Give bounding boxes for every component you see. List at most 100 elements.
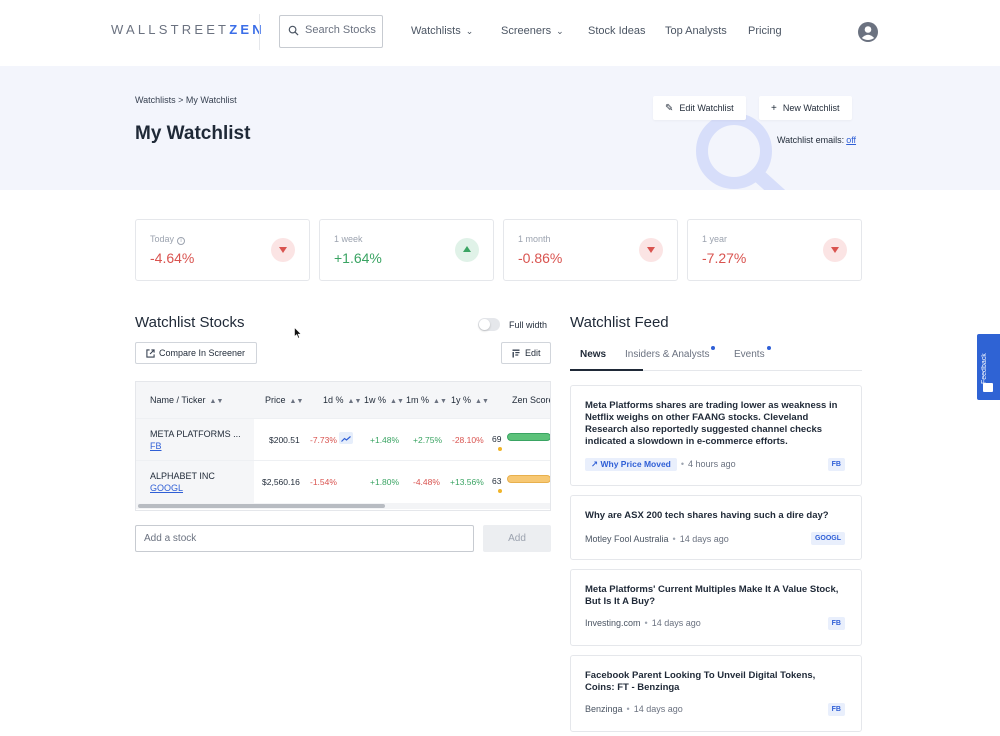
table-row[interactable]: ALPHABET INC GOOGL $2,560.16 -1.54% +1.8…: [136, 460, 550, 503]
feedback-button[interactable]: Feedback: [977, 334, 1000, 400]
stock-name: ALPHABET INC: [150, 471, 215, 481]
tab-events[interactable]: Events: [734, 346, 771, 360]
nav-watchlists[interactable]: Watchlists ⌄: [411, 25, 473, 37]
price-chart-icon[interactable]: [339, 432, 353, 444]
table-row[interactable]: META PLATFORMS ... FB $200.51 -7.73% +1.…: [136, 418, 550, 461]
tab-news[interactable]: News: [580, 349, 606, 360]
search-input[interactable]: [305, 24, 381, 36]
info-icon[interactable]: i: [177, 237, 186, 245]
nav-pricing[interactable]: Pricing: [748, 25, 782, 37]
feed-headline[interactable]: Meta Platforms shares are trading lower …: [585, 400, 847, 448]
sort-icon: ▲▼: [433, 398, 447, 405]
stat-label: Today i: [150, 234, 186, 245]
nav-top-analysts[interactable]: Top Analysts: [665, 25, 727, 37]
ticker-badge[interactable]: FB: [827, 617, 845, 630]
sort-icon: ▲▼: [289, 398, 304, 405]
watchlist-emails-toggle-link[interactable]: off: [846, 135, 856, 145]
full-width-label: Full width: [509, 320, 548, 330]
trend-icon: ↗: [591, 459, 599, 469]
1m-cell: -4.48%: [413, 477, 440, 487]
1d-cell: -1.54%: [310, 477, 337, 487]
external-link-icon: [146, 349, 155, 358]
zen-score-dot: [498, 489, 502, 493]
stat-value: -4.64%: [150, 250, 195, 266]
arrow-down-icon: [271, 238, 295, 262]
full-width-toggle[interactable]: [478, 318, 500, 331]
col-1m[interactable]: 1m % ▲▼: [406, 395, 447, 405]
stock-name: META PLATFORMS ...: [150, 429, 241, 439]
add-stock-input[interactable]: [135, 525, 474, 552]
ticker-badge[interactable]: FB: [827, 458, 845, 471]
arrow-up-icon: [455, 238, 479, 262]
name-cell: META PLATFORMS ... FB: [136, 419, 254, 461]
ticker-badge[interactable]: FB: [827, 703, 845, 716]
col-1d[interactable]: 1d % ▲▼: [323, 395, 361, 405]
watchlist-header: Watchlists > My Watchlist My Watchlist ✎…: [0, 66, 1000, 190]
why-price-moved-tag[interactable]: ↗ Why Price Moved: [585, 458, 677, 471]
price-cell: $2,560.16: [262, 477, 300, 487]
stock-ticker-link[interactable]: GOOGL: [150, 483, 183, 493]
add-stock-button[interactable]: Add: [483, 525, 551, 552]
stat-label: 1 week: [334, 234, 363, 244]
compare-in-screener-button[interactable]: Compare In Screener: [135, 342, 257, 364]
logo[interactable]: WALLSTREETZEN: [111, 22, 265, 37]
page-title: My Watchlist: [135, 123, 251, 144]
active-tab-underline: [570, 369, 643, 371]
mouse-cursor-icon: [294, 327, 302, 339]
search-icon: [288, 25, 299, 36]
feed-headline[interactable]: Meta Platforms' Current Multiples Make I…: [585, 584, 847, 608]
1y-cell: +13.56%: [450, 477, 484, 487]
feed-item[interactable]: Why are ASX 200 tech shares having such …: [570, 495, 862, 560]
stat-card-1-month: 1 month -0.86%: [503, 219, 678, 281]
zen-score-bar: [507, 475, 550, 483]
col-name-ticker[interactable]: Name / Ticker ▲▼: [150, 395, 223, 405]
edit-columns-button[interactable]: Edit: [501, 342, 551, 364]
1m-cell: +2.75%: [413, 435, 443, 445]
stat-label: 1 month: [518, 234, 551, 244]
search-box[interactable]: [279, 15, 383, 48]
col-zen-score[interactable]: Zen Score: [512, 395, 550, 405]
1w-cell: +1.48%: [370, 435, 400, 445]
zen-score-dot: [498, 447, 502, 451]
new-indicator-dot: [766, 346, 771, 350]
watchlist-stocks-table: Name / Ticker ▲▼ Price ▲▼ 1d % ▲▼ 1w % ▲▼ 1m…: [135, 381, 551, 511]
plus-icon: +: [771, 103, 777, 114]
stat-value: +1.64%: [334, 250, 382, 266]
stat-value: -0.86%: [518, 250, 563, 266]
feed-meta: Motley Fool Australia • 14 days ago: [585, 534, 729, 544]
1d-cell: -7.73%: [310, 435, 337, 445]
watchlist-emails: Watchlist emails: off: [777, 135, 857, 145]
pencil-icon: ✎: [665, 103, 674, 114]
table-horizontal-scrollbar[interactable]: [136, 503, 550, 509]
user-avatar-icon[interactable]: [858, 22, 878, 42]
top-nav: WALLSTREETZEN Watchlists⌄ Screeners⌄ Sto…: [0, 0, 1000, 66]
stat-value: -7.27%: [702, 250, 747, 266]
feed-meta: ↗ Why Price Moved • 4 hours ago: [585, 458, 736, 471]
sort-icon: ▲▼: [390, 398, 404, 405]
feed-headline[interactable]: Why are ASX 200 tech shares having such …: [585, 510, 847, 522]
arrow-down-icon: [823, 238, 847, 262]
breadcrumb[interactable]: Watchlists > My Watchlist: [135, 95, 237, 105]
new-watchlist-button[interactable]: + New Watchlist: [759, 96, 852, 120]
new-indicator-dot: [711, 346, 716, 350]
feed-item[interactable]: Meta Platforms' Current Multiples Make I…: [570, 569, 862, 646]
table-header: Name / Ticker ▲▼ Price ▲▼ 1d % ▲▼ 1w % ▲▼ 1m…: [136, 382, 550, 418]
price-cell: $200.51: [269, 435, 300, 445]
nav-stock-ideas[interactable]: Stock Ideas: [588, 25, 645, 37]
edit-watchlist-button[interactable]: ✎ Edit Watchlist: [653, 96, 746, 120]
feed-meta: Investing.com • 14 days ago: [585, 618, 701, 628]
nav-screeners[interactable]: Screeners ⌄: [501, 25, 564, 37]
col-price[interactable]: Price ▲▼: [265, 395, 303, 405]
zen-score-value: 63: [492, 476, 502, 486]
col-1w[interactable]: 1w % ▲▼: [364, 395, 404, 405]
chevron-down-icon: ⌄: [556, 26, 564, 36]
feed-item[interactable]: Meta Platforms shares are trading lower …: [570, 385, 862, 486]
stat-card-1-year: 1 year -7.27%: [687, 219, 862, 281]
tab-insiders-analysts[interactable]: Insiders & Analysts: [625, 346, 716, 360]
col-1y[interactable]: 1y % ▲▼: [451, 395, 489, 405]
ticker-badge[interactable]: GOOGL: [810, 532, 845, 545]
feedback-icon: [983, 383, 993, 392]
feed-item[interactable]: Facebook Parent Looking To Unveil Digita…: [570, 655, 862, 732]
stock-ticker-link[interactable]: FB: [150, 441, 162, 451]
feed-headline[interactable]: Facebook Parent Looking To Unveil Digita…: [585, 670, 847, 694]
